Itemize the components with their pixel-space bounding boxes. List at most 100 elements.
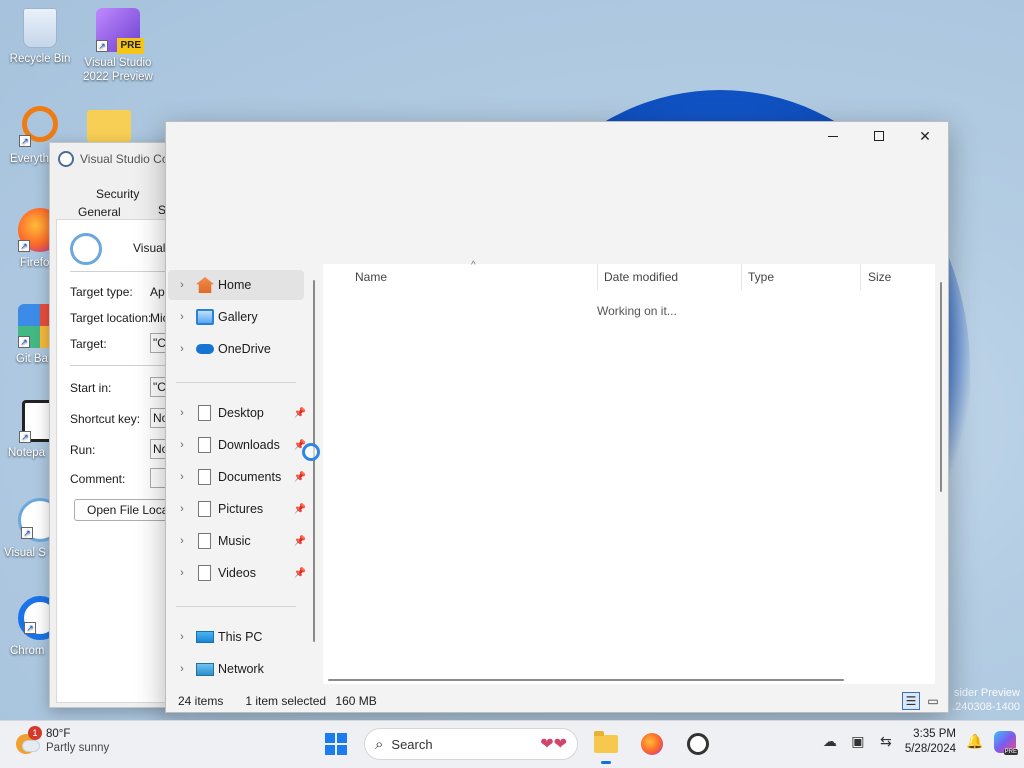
clock[interactable]: 3:35 PM 5/28/2024: [905, 727, 956, 757]
chevron-right-icon: ›: [180, 471, 184, 483]
start-button[interactable]: [318, 726, 354, 762]
system-tray: ☁ ▣ ⇆ 3:35 PM 5/28/2024 🔔 PRE: [821, 727, 1018, 757]
weather-widget[interactable]: 1 80°F Partly sunny: [14, 726, 109, 755]
open-file-location-button[interactable]: Open File Locatio: [74, 499, 178, 521]
vertical-scrollbar[interactable]: [940, 282, 942, 492]
chevron-right-icon: ›: [180, 663, 184, 675]
selected-count: 1 item selected: [245, 694, 327, 708]
tiles-view-button[interactable]: ▭: [924, 692, 942, 710]
chevron-right-icon: ›: [180, 535, 184, 547]
weather-temp: 80°F: [46, 728, 71, 740]
taskbar-file-explorer[interactable]: [588, 726, 624, 764]
pictures-folder-icon: [196, 501, 214, 517]
column-divider[interactable]: [860, 264, 861, 290]
magnifier-icon: ↗: [19, 106, 58, 147]
minimize-button[interactable]: [810, 122, 856, 150]
nav-item-videos[interactable]: › Videos 📌: [168, 558, 306, 588]
notification-badge: 1: [28, 726, 42, 740]
pin-icon[interactable]: 📌: [294, 504, 306, 515]
nav-label: Desktop: [218, 406, 264, 420]
field-label: Target:: [70, 337, 107, 351]
nav-label: Gallery: [218, 310, 258, 324]
nav-item-home[interactable]: › Home: [168, 270, 304, 300]
column-divider[interactable]: [741, 264, 742, 290]
nav-item-desktop[interactable]: › Desktop 📌: [168, 398, 306, 428]
desktop-icon-visual-studio-preview[interactable]: ↗ PRE Visual Studio 2022 Preview: [78, 8, 158, 84]
shortcut-arrow-icon: ↗: [96, 40, 108, 52]
copilot-badge: PRE: [1003, 749, 1018, 755]
notification-bell-icon[interactable]: 🔔: [966, 733, 984, 751]
nav-item-downloads[interactable]: › Downloads 📌: [168, 430, 306, 460]
pin-icon[interactable]: 📌: [294, 568, 306, 579]
column-header-size[interactable]: Size: [868, 270, 891, 284]
display-icon[interactable]: ▣: [849, 733, 867, 751]
nav-label: Music: [218, 534, 251, 548]
taskbar-apps: ⌕ Search ❤❤: [318, 726, 716, 764]
videos-folder-icon: [196, 565, 214, 581]
close-button[interactable]: ✕: [902, 122, 948, 150]
column-divider[interactable]: [597, 264, 598, 290]
nav-label: Videos: [218, 566, 256, 580]
divider: [70, 365, 178, 366]
desktop-folder-icon: [196, 405, 214, 421]
nav-scrollbar[interactable]: [313, 280, 315, 642]
gallery-icon: [196, 309, 214, 325]
nav-label: OneDrive: [218, 342, 271, 356]
nav-item-music[interactable]: › Music 📌: [168, 526, 306, 556]
tab-general[interactable]: General: [78, 205, 121, 219]
selected-size: 160 MB: [335, 694, 377, 708]
desktop-icon-label: Recycle Bin: [9, 53, 71, 65]
pin-icon[interactable]: 📌: [294, 408, 306, 419]
desktop-icon-label: Visual Studio 2022 Preview: [83, 57, 153, 83]
desktop-icon-folder[interactable]: [84, 110, 134, 146]
pin-icon[interactable]: 📌: [294, 472, 306, 483]
pin-icon[interactable]: 📌: [294, 536, 306, 547]
details-view-icon: ☰: [905, 694, 917, 708]
column-header-name[interactable]: Name: [355, 270, 387, 284]
documents-folder-icon: [196, 469, 214, 485]
file-list-pane: ^ Name Date modified Type Size Working o…: [323, 260, 935, 684]
shortcut-arrow-icon: ↗: [19, 431, 31, 443]
onedrive-offline-icon[interactable]: ☁: [821, 733, 839, 751]
chevron-right-icon: ›: [180, 279, 184, 291]
horizontal-scrollbar[interactable]: [328, 679, 844, 681]
column-header-date-modified[interactable]: Date modified: [604, 270, 678, 284]
nav-item-gallery[interactable]: › Gallery: [168, 302, 304, 332]
taskbar-clock-app[interactable]: [680, 726, 716, 762]
loading-message: Working on it...: [597, 304, 677, 318]
properties-dialog: Visual Studio Co Security General S Visu…: [49, 142, 179, 708]
network-status-icon[interactable]: ⇆: [877, 733, 895, 751]
copilot-icon[interactable]: PRE: [994, 731, 1018, 755]
nav-item-pictures[interactable]: › Pictures 📌: [168, 494, 306, 524]
desktop-icon-recycle-bin[interactable]: Recycle Bin: [0, 8, 80, 66]
field-label: Comment:: [70, 472, 126, 486]
cloud-icon: [22, 740, 40, 752]
taskbar-firefox[interactable]: [634, 726, 670, 762]
tab-security[interactable]: Security: [96, 187, 139, 201]
details-view-button[interactable]: ☰: [902, 692, 920, 710]
nav-item-this-pc[interactable]: › This PC: [168, 622, 304, 652]
firefox-icon: [641, 733, 663, 755]
nav-item-documents[interactable]: › Documents 📌: [168, 462, 306, 492]
column-header-type[interactable]: Type: [748, 270, 774, 284]
dialog-title-text: Visual Studio Co: [80, 152, 169, 166]
maximize-button[interactable]: [856, 122, 902, 150]
recycle-bin-icon: [23, 8, 57, 48]
maximize-icon: [874, 131, 884, 141]
nav-label: Network: [218, 662, 264, 676]
search-highlight-icon: ❤❤: [540, 736, 567, 753]
clock-time: 3:35 PM: [913, 728, 956, 740]
taskbar-search[interactable]: ⌕ Search ❤❤: [364, 728, 578, 760]
nav-divider: [176, 382, 296, 383]
status-bar: 24 items 1 item selected 160 MB: [178, 694, 377, 708]
nav-label: Pictures: [218, 502, 264, 516]
club-crest-icon: [70, 233, 102, 265]
chevron-right-icon: ›: [180, 503, 184, 515]
shortcut-arrow-icon: ↗: [19, 135, 31, 147]
navigation-pane: › Home › Gallery › OneDrive › Desktop 📌 …: [166, 264, 320, 684]
nav-item-onedrive[interactable]: › OneDrive: [168, 334, 304, 364]
selection-info: 1 item selected 160 MB: [245, 694, 376, 708]
sort-ascending-icon: ^: [471, 260, 476, 271]
network-icon: [196, 662, 214, 676]
nav-item-network[interactable]: › Network: [168, 654, 304, 684]
